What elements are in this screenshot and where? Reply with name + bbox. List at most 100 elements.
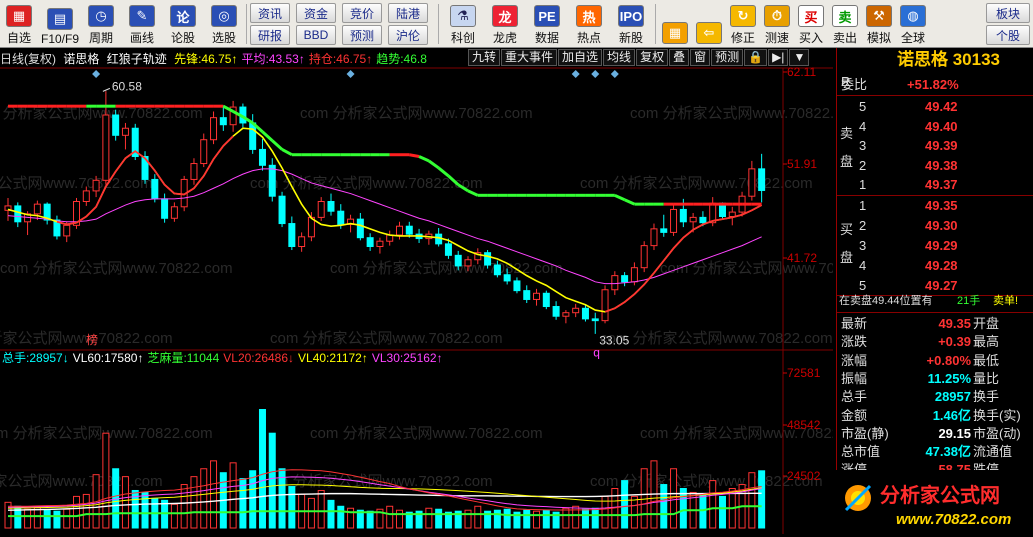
candle-body bbox=[376, 240, 384, 248]
ipo-icon: IPO bbox=[618, 5, 644, 27]
volume-bar bbox=[327, 499, 335, 529]
stat-row: 金额 1.46亿 换手(实) bbox=[837, 406, 1033, 425]
select-stock-button[interactable]: ◎ 选股 bbox=[205, 2, 243, 46]
indicator-info-item: 趋势:46.8 bbox=[376, 52, 427, 66]
toolbar-small-button[interactable]: BBD bbox=[296, 25, 336, 45]
sell-price: 49.39 bbox=[925, 138, 958, 153]
event-marker-icon[interactable] bbox=[571, 70, 580, 78]
watermark-text: com 分析家公式网www.70822.com bbox=[630, 105, 833, 122]
toolbar-small-button[interactable]: 资讯 bbox=[250, 3, 290, 23]
pencil-button[interactable]: ✎ 画线 bbox=[123, 2, 161, 46]
candle-body bbox=[219, 117, 227, 126]
candle-body bbox=[278, 195, 286, 225]
candle-body bbox=[542, 292, 550, 308]
volume-info-value: 26486 bbox=[255, 351, 289, 365]
chart-tab[interactable]: 重大事件 bbox=[501, 49, 558, 66]
chart-tab[interactable]: 预测 bbox=[711, 49, 744, 66]
toolbar-small-button[interactable]: 预测 bbox=[342, 25, 382, 45]
indicator-info-label: 趋势: bbox=[376, 52, 404, 66]
volume-bar bbox=[562, 507, 570, 529]
sci-tech-button[interactable]: ⚗ 科创 bbox=[443, 2, 483, 46]
globe-button[interactable]: ◍ 全球 bbox=[898, 2, 928, 46]
buy-button[interactable]: 买买入 bbox=[796, 2, 826, 46]
volume-bar bbox=[679, 488, 687, 529]
toolbar-right-button[interactable]: 板块 bbox=[986, 3, 1030, 23]
volume-bar bbox=[200, 468, 208, 529]
refresh-button[interactable]: ↻ 修正 bbox=[728, 2, 758, 46]
chart-tab[interactable]: 均线 bbox=[603, 49, 636, 66]
toolbar-separator bbox=[246, 4, 247, 44]
indicator-info-arrow: ↑ bbox=[298, 52, 305, 66]
chart-tab[interactable]: 复权 bbox=[636, 49, 669, 66]
chart-tab[interactable]: 加自选 bbox=[558, 49, 603, 66]
color-grid-button[interactable]: ▦ bbox=[660, 2, 690, 46]
volume-bar bbox=[709, 480, 717, 529]
volume-info-label: 芝麻量: bbox=[147, 350, 186, 365]
clock-button[interactable]: ◷ 周期 bbox=[82, 2, 120, 46]
volume-info-label: VL60: bbox=[73, 351, 104, 365]
trend-segment bbox=[409, 153, 420, 158]
event-marker-icon[interactable] bbox=[92, 70, 101, 78]
event-marker-icon[interactable] bbox=[610, 70, 619, 78]
price-axis-label: 62.11 bbox=[787, 65, 816, 79]
chart-tab[interactable]: 窗 bbox=[690, 49, 711, 66]
chart-tab[interactable]: ▶| bbox=[768, 49, 789, 66]
grid-button[interactable]: ▦ 自选 bbox=[0, 2, 38, 46]
candle-body bbox=[640, 245, 648, 269]
volume-info-item: VL40:21172↑ bbox=[298, 351, 368, 365]
candle-body bbox=[200, 139, 208, 165]
toolbar-button-label: 龙虎 bbox=[492, 31, 517, 45]
stat-label-2: 开盘 bbox=[973, 316, 1000, 331]
volume-bar bbox=[53, 510, 61, 529]
quote-title: 诺思格 30133 bbox=[897, 50, 1000, 69]
toolbar-right-button[interactable]: 个股 bbox=[986, 25, 1030, 45]
event-marker-icon[interactable] bbox=[591, 70, 600, 78]
volume-info-label: VL30: bbox=[372, 351, 403, 365]
toolbar-small-button[interactable]: 研报 bbox=[250, 25, 290, 45]
toolbar-button-label: 自选 bbox=[6, 31, 31, 45]
indicator-info-item: 持仓:46.75↑ bbox=[309, 52, 372, 66]
sell-order-row: 5 49.42 bbox=[837, 97, 1033, 116]
candle-body bbox=[82, 190, 90, 202]
dragon-tiger-button[interactable]: 龙龙虎 bbox=[485, 2, 525, 46]
timer-button[interactable]: ⏱ 测速 bbox=[762, 2, 792, 46]
f10-button[interactable]: ▤ F10/F9 bbox=[41, 2, 79, 46]
hammer-button[interactable]: ⚒ 模拟 bbox=[864, 2, 894, 46]
volume-bar bbox=[630, 495, 638, 529]
hot-button[interactable]: 热热点 bbox=[569, 2, 609, 46]
high-marker bbox=[102, 87, 111, 92]
toolbar-small-button[interactable]: 沪伦 bbox=[388, 25, 428, 45]
chart-tab[interactable]: ▼ bbox=[789, 49, 810, 66]
toolbar-small-button[interactable]: 竞价 bbox=[342, 3, 382, 23]
site-logo: 分析家公式网 www.70822.com bbox=[836, 470, 1033, 534]
candle-body bbox=[92, 179, 100, 192]
kline-chart[interactable]: com 分析家公式网www.70822.com com 分析家公式网www.708… bbox=[0, 48, 833, 534]
event-marker-icon[interactable] bbox=[346, 70, 355, 78]
volume-info-value: 21172 bbox=[329, 351, 362, 365]
candle-body bbox=[611, 275, 619, 291]
candle-body bbox=[405, 225, 413, 235]
toolbar-small-button[interactable]: 资金 bbox=[296, 3, 336, 23]
ipo-button[interactable]: IPO 新股 bbox=[611, 2, 651, 46]
indicator-info-label: 平均: bbox=[241, 52, 269, 66]
kline-chart-panel[interactable]: com 分析家公式网www.70822.com com 分析家公式网www.708… bbox=[0, 48, 833, 534]
candle-body bbox=[327, 200, 335, 212]
volume-bar bbox=[435, 508, 443, 529]
sell-button[interactable]: 卖卖出 bbox=[830, 2, 860, 46]
candle-body bbox=[670, 208, 678, 233]
chart-tab[interactable]: 九转 bbox=[468, 49, 501, 66]
color-grid-icon: ▦ bbox=[662, 22, 688, 44]
toolbar-small-button[interactable]: 陆港 bbox=[388, 3, 428, 23]
buy-icon: 买 bbox=[798, 5, 824, 27]
f10-icon: ▤ bbox=[47, 8, 73, 30]
clock-icon: ◷ bbox=[88, 5, 114, 27]
discuss-button[interactable]: 论论股 bbox=[164, 2, 202, 46]
watermark-text: com 分析家公式网www.70822.com bbox=[580, 175, 813, 192]
stat-label-2: 量比 bbox=[973, 370, 1000, 386]
divider bbox=[837, 312, 1033, 313]
back-arrow-button[interactable]: ⇦ bbox=[694, 2, 724, 46]
chart-tab[interactable]: 🔒 bbox=[744, 49, 768, 66]
stat-value: 1.46亿 bbox=[932, 407, 971, 423]
chart-tab[interactable]: 叠 bbox=[669, 49, 690, 66]
pe-data-button[interactable]: PE 数据 bbox=[527, 2, 567, 46]
